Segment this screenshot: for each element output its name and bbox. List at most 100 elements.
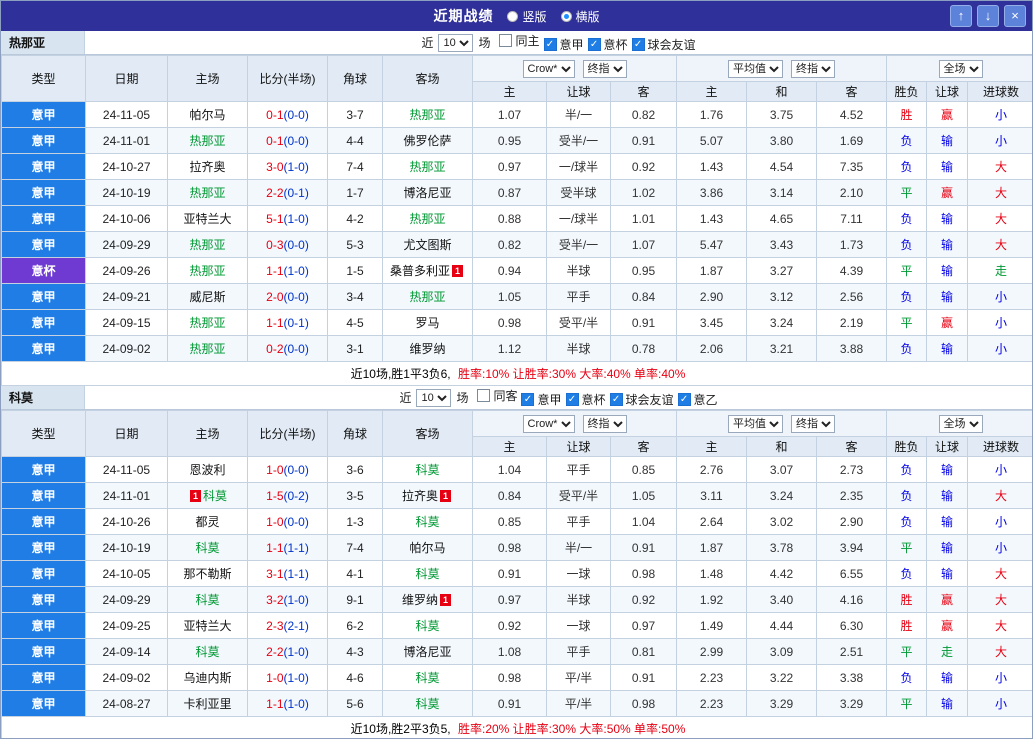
filter-checkbox[interactable]: 同主 <box>499 32 540 49</box>
score-cell: 2-2(1-0) <box>247 638 328 665</box>
odds-cell: 3.07 <box>746 456 817 483</box>
recent-count-select[interactable]: 10 <box>416 388 452 407</box>
result-cell: 胜 <box>886 586 927 613</box>
match-row: 意甲 24-09-02 乌迪内斯 1-0(1-0) 4-6 科莫 0.98 平/半 0.91 2.… <box>1 664 1032 691</box>
away-team-cell: 科莫 <box>382 560 473 587</box>
away-team-cell: 科莫 <box>382 690 473 717</box>
away-team-cell: 热那亚 <box>382 205 473 232</box>
filter-bar: 近 10 场 同主 ✓ 意甲 ✓ 意杯 ✓ 球会友谊 <box>85 31 1032 54</box>
away-team-cell: 热那亚 <box>382 153 473 180</box>
filter-checkbox[interactable]: 同客 <box>477 387 517 404</box>
odds-cell: 受半/一 <box>546 231 611 258</box>
match-row: 意甲 24-08-27 卡利亚里 1-1(1-0) 5-6 科莫 0.91 平/半 0.98 2.… <box>1 690 1032 717</box>
layout-horizontal-radio[interactable]: 横版 <box>560 8 600 25</box>
odds-cell: 2.23 <box>676 664 747 691</box>
odds-cell: 0.84 <box>610 283 677 310</box>
subcol-handicap-result: 让球 <box>926 436 968 457</box>
close-icon: × <box>1011 8 1019 23</box>
odds-cell: 3.38 <box>816 664 887 691</box>
odds-cell: 1.87 <box>676 534 747 561</box>
close-button[interactable]: × <box>1004 5 1026 27</box>
team-name: 罗马 <box>415 316 440 330</box>
filter-checkbox[interactable]: ✓ 球会友谊 <box>609 391 674 408</box>
full-match-select[interactable]: 全场 <box>938 59 983 78</box>
team-name: 热那亚 <box>189 238 226 252</box>
filter-checkbox[interactable]: ✓ 意甲 <box>521 391 562 408</box>
home-team-cell: 拉齐奥 <box>167 153 248 180</box>
odds-cell: 3.80 <box>746 127 817 154</box>
goals-result-cell: 大 <box>967 153 1032 180</box>
odds-cell: 0.98 <box>610 690 677 717</box>
home-team-cell: 热那亚 <box>167 257 248 284</box>
handicap-result-cell: 输 <box>926 664 968 691</box>
date-cell: 24-09-02 <box>85 664 168 691</box>
layout-vertical-radio[interactable]: 竖版 <box>507 8 547 25</box>
team-name: 热那亚 <box>189 264 226 278</box>
average-odds-header: 平均值 终指 <box>676 410 887 437</box>
average-select[interactable]: 平均值 <box>728 59 783 78</box>
halftime-score: (1-0) <box>283 592 309 607</box>
average-select[interactable]: 平均值 <box>728 414 783 433</box>
odds-cell: 7.11 <box>816 205 887 232</box>
team-name: 科莫 <box>415 697 440 711</box>
subcol-avg-draw: 和 <box>746 436 817 457</box>
bookmaker-odds-header: Crow* 终指 <box>472 55 677 82</box>
filter-checkbox[interactable]: ✓ 意甲 <box>543 36 584 53</box>
scroll-down-button[interactable]: ↓ <box>977 5 999 27</box>
odds-cell: 2.99 <box>676 638 747 665</box>
goals-result-cell: 小 <box>967 309 1032 336</box>
checkbox-icon <box>477 389 491 402</box>
league-cell: 意甲 <box>1 560 86 587</box>
filter-checkbox[interactable]: ✓ 球会友谊 <box>631 36 696 53</box>
odds-cell: 1.04 <box>610 508 677 535</box>
handicap-result-cell: 输 <box>926 127 968 154</box>
scroll-up-button[interactable]: ↑ <box>950 5 972 27</box>
odds-cell: 2.51 <box>816 638 887 665</box>
filter-checkbox[interactable]: ✓ 意乙 <box>677 391 718 408</box>
handicap-result-cell: 输 <box>926 335 968 362</box>
checkbox-label: 意杯 <box>581 393 606 407</box>
odds-cell: 0.94 <box>472 257 547 284</box>
avg-final-odds-select[interactable]: 终指 <box>791 414 835 433</box>
odds-cell: 3.02 <box>746 508 817 535</box>
odds-cell: 2.90 <box>676 283 747 310</box>
matches-table: 类型 日期 主场 比分(半场) 角球 客场 Crow* 终指 平均值 终指 全场… <box>1 55 1032 386</box>
recent-count-select[interactable]: 10 <box>438 33 474 52</box>
corners-cell: 4-1 <box>327 560 383 587</box>
corners-cell: 5-3 <box>327 231 383 258</box>
team-name: 科莫 <box>415 671 440 685</box>
titlebar-buttons: ↑ ↓ × <box>950 5 1026 27</box>
odds-cell: 0.85 <box>610 456 677 483</box>
odds-cell: 1.87 <box>676 257 747 284</box>
team-name: 科莫 <box>195 593 220 607</box>
bookmaker-select[interactable]: Crow* <box>522 414 575 433</box>
games-label: 场 <box>478 36 491 50</box>
final-odds-select[interactable]: 终指 <box>582 414 627 433</box>
result-cell: 平 <box>886 179 927 206</box>
final-odds-select[interactable]: 终指 <box>582 59 627 78</box>
checkbox-icon: ✓ <box>631 38 645 51</box>
match-row: 意甲 24-09-29 科莫 3-2(1-0) 9-1 维罗纳 1 0.97 半球 0.92 1.9… <box>1 586 1032 613</box>
avg-final-odds-select[interactable]: 终指 <box>791 59 835 78</box>
odds-cell: 5.07 <box>676 127 747 154</box>
odds-cell: 1.76 <box>676 101 747 128</box>
near-label: 近 <box>399 391 412 405</box>
odds-cell: 0.81 <box>610 638 677 665</box>
bookmaker-select[interactable]: Crow* <box>522 59 575 78</box>
handicap-result-cell: 赢 <box>926 101 968 128</box>
goals-result-cell: 小 <box>967 127 1032 154</box>
checkbox-label: 球会友谊 <box>625 393 674 407</box>
team-name: 维罗纳 <box>409 342 446 356</box>
summary-cell: 近10场,胜2平3负5, 胜率:20% 让胜率:30% 大率:50% 单率:50… <box>1 716 1032 738</box>
date-cell: 24-11-05 <box>85 456 168 483</box>
handicap-result-cell: 输 <box>926 153 968 180</box>
filter-checkbox[interactable]: ✓ 意杯 <box>565 391 606 408</box>
average-odds-header: 平均值 终指 <box>676 55 887 82</box>
odds-cell: 平/半 <box>546 690 611 717</box>
checkbox-icon: ✓ <box>587 38 601 51</box>
odds-cell: 0.97 <box>472 153 547 180</box>
filter-checkbox[interactable]: ✓ 意杯 <box>587 36 628 53</box>
recent-results-window: 近期战绩 竖版 横版 ↑ ↓ × 热那亚 近 10 场 同主 ✓ 意甲 ✓ 意杯 ✓ 球会友… <box>0 0 1033 739</box>
odds-cell: 2.35 <box>816 482 887 509</box>
full-match-select[interactable]: 全场 <box>938 414 983 433</box>
